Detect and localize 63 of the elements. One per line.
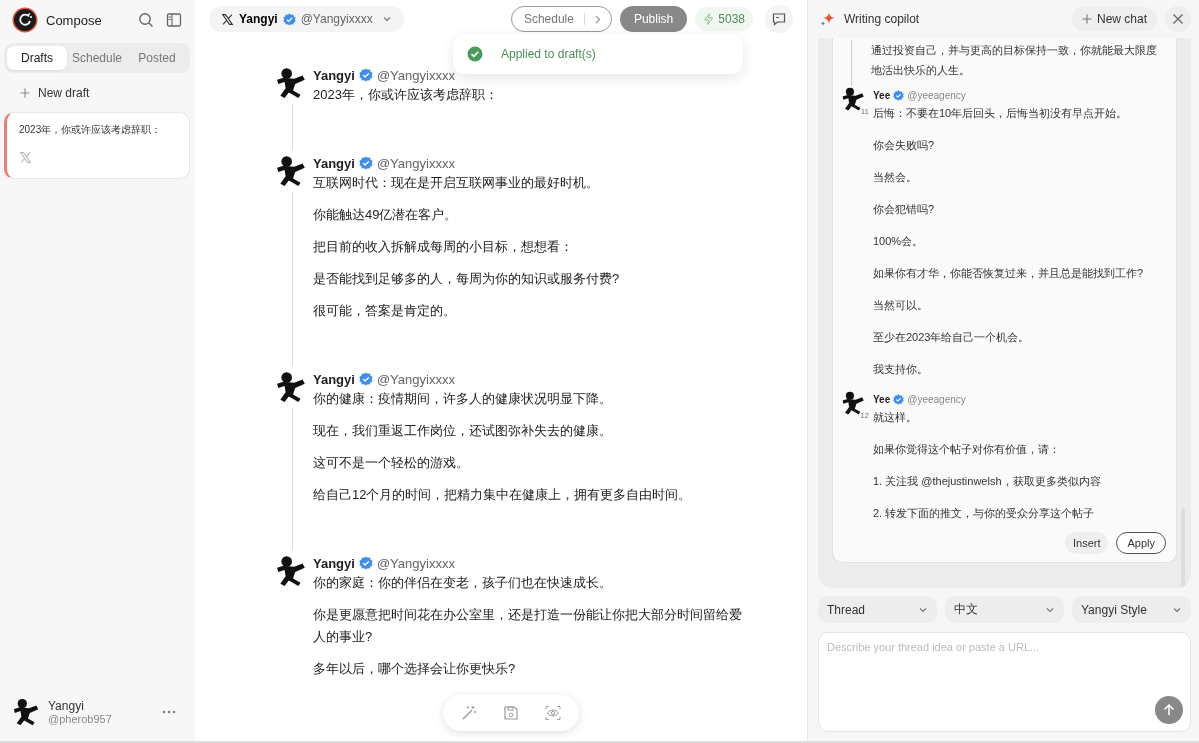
author-handle: @Yangyixxxx bbox=[376, 555, 455, 571]
post-paragraph: 现在，我们重返工作岗位，还试图弥补失去的健康。 bbox=[313, 422, 613, 440]
reply-paragraph: 至少在2023年给自己一个机会。 bbox=[873, 330, 1031, 345]
tab[interactable]: Posted bbox=[127, 46, 187, 70]
dropdown[interactable]: Yangyi Style bbox=[1072, 596, 1191, 623]
new-chat-button[interactable]: New chat bbox=[1071, 7, 1157, 31]
user-name: Yangyi bbox=[48, 699, 85, 713]
post-paragraph: 你的健康：疫情期间，许多人的健康状况明显下降。 bbox=[313, 390, 613, 408]
user-handle: @pherob957 bbox=[48, 713, 112, 725]
reply-paragraph: 通过投资自己，并与更高的目标保持一致，你就能最大限度地活出快乐的人生。 bbox=[871, 43, 1158, 78]
post-paragraph: 把目前的收入拆解成每周的小目标，想想看： bbox=[313, 238, 574, 256]
reply-paragraph: 100%会。 bbox=[873, 234, 925, 249]
dropdown[interactable]: 中文 bbox=[945, 596, 1064, 623]
author-handle: @Yangyixxxx bbox=[376, 371, 455, 387]
post-paragraph: 你的家庭：你的伴侣在变老，孩子们也在快速成长。 bbox=[313, 574, 613, 592]
apply-button[interactable]: Apply bbox=[1116, 532, 1166, 554]
dropdown[interactable]: Thread bbox=[818, 596, 937, 623]
author-handle: @yeeagency bbox=[907, 89, 966, 101]
post-paragraph: 给自己12个月的时间，把精力集中在健康上，拥有更多自由时间。 bbox=[313, 486, 693, 504]
post-paragraph: 多年以后，哪个选择会让你更快乐? bbox=[313, 660, 517, 678]
schedule-button[interactable]: Schedule bbox=[510, 6, 612, 32]
tab[interactable]: Drafts bbox=[7, 46, 67, 70]
reply-paragraph: 2. 转发下面的推文，与你的受众分享这个帖子 bbox=[873, 506, 1096, 521]
author-name: Yangyi bbox=[313, 555, 355, 571]
post-paragraph: 2023年，你或许应该考虑辞职： bbox=[313, 86, 499, 104]
post-paragraph: 互联网时代：现在是开启互联网事业的最好时机。 bbox=[313, 174, 600, 192]
app-title: Compose bbox=[46, 12, 102, 28]
post-number: 11 bbox=[859, 107, 870, 116]
author-name: Yangyi bbox=[313, 67, 355, 83]
insert-button[interactable]: Insert bbox=[1064, 532, 1109, 554]
reply-paragraph: 当然可以。 bbox=[873, 298, 929, 313]
reply-paragraph: 我支持你。 bbox=[873, 362, 929, 377]
toast-message: Applied to draft(s) bbox=[501, 47, 596, 61]
reply-paragraph: 你会犯错吗? bbox=[873, 202, 936, 217]
draft-text: 2023年，你或许应该考虑辞职： bbox=[19, 123, 163, 137]
new-draft-button[interactable]: New draft bbox=[4, 76, 190, 110]
reply-paragraph: 如果你觉得这个帖子对你有价值，请： bbox=[873, 442, 1061, 457]
author-handle: @yeeagency bbox=[907, 393, 966, 405]
author-handle: @Yangyixxxx bbox=[376, 155, 455, 171]
prompt-field[interactable]: Describe your thread idea or paste a URL... bbox=[818, 632, 1191, 732]
reply-paragraph: 后悔：不要在10年后回头，后悔当初没有早点开始。 bbox=[873, 106, 1129, 121]
panel-title: Writing copilot bbox=[844, 12, 920, 26]
post-paragraph: 这可不是一个轻松的游戏。 bbox=[313, 454, 470, 472]
draft-card[interactable]: 2023年，你或许应该考虑辞职： bbox=[4, 112, 190, 179]
character-count: 5038 bbox=[695, 7, 753, 31]
author-name: Yee bbox=[873, 393, 891, 405]
reply-paragraph: 你会失败吗? bbox=[873, 138, 936, 153]
tab[interactable]: Schedule bbox=[67, 46, 127, 70]
post-paragraph: 是否能找到足够多的人，每周为你的知识或服务付费? bbox=[313, 270, 621, 288]
account-selector[interactable]: Yangyi @Yangyixxxx bbox=[209, 6, 404, 32]
post-paragraph: 很可能，答案是肯定的。 bbox=[313, 302, 457, 320]
reply-paragraph: 1. 关注我 @thejustinwelsh，获取更多类似内容 bbox=[873, 474, 1102, 489]
author-name: Yangyi bbox=[313, 371, 355, 387]
post-paragraph: 你是更愿意把时间花在办公室里，还是打造一份能让你把大部分时间留给爱人的事业? bbox=[313, 606, 743, 646]
reply-paragraph: 就这样。 bbox=[873, 410, 918, 425]
author-handle: @Yangyixxxx bbox=[376, 67, 455, 83]
author-name: Yee bbox=[873, 89, 891, 101]
post-number: 12 bbox=[859, 411, 870, 420]
reply-paragraph: 如果你有才华，你能否恢复过来，并且总是能找到工作? bbox=[873, 266, 1145, 281]
publish-button[interactable]: Publish bbox=[619, 6, 688, 32]
author-name: Yangyi bbox=[313, 155, 355, 171]
post-paragraph: 你能触达49亿潜在客户。 bbox=[313, 206, 459, 224]
reply-paragraph: 当然会。 bbox=[873, 170, 918, 185]
